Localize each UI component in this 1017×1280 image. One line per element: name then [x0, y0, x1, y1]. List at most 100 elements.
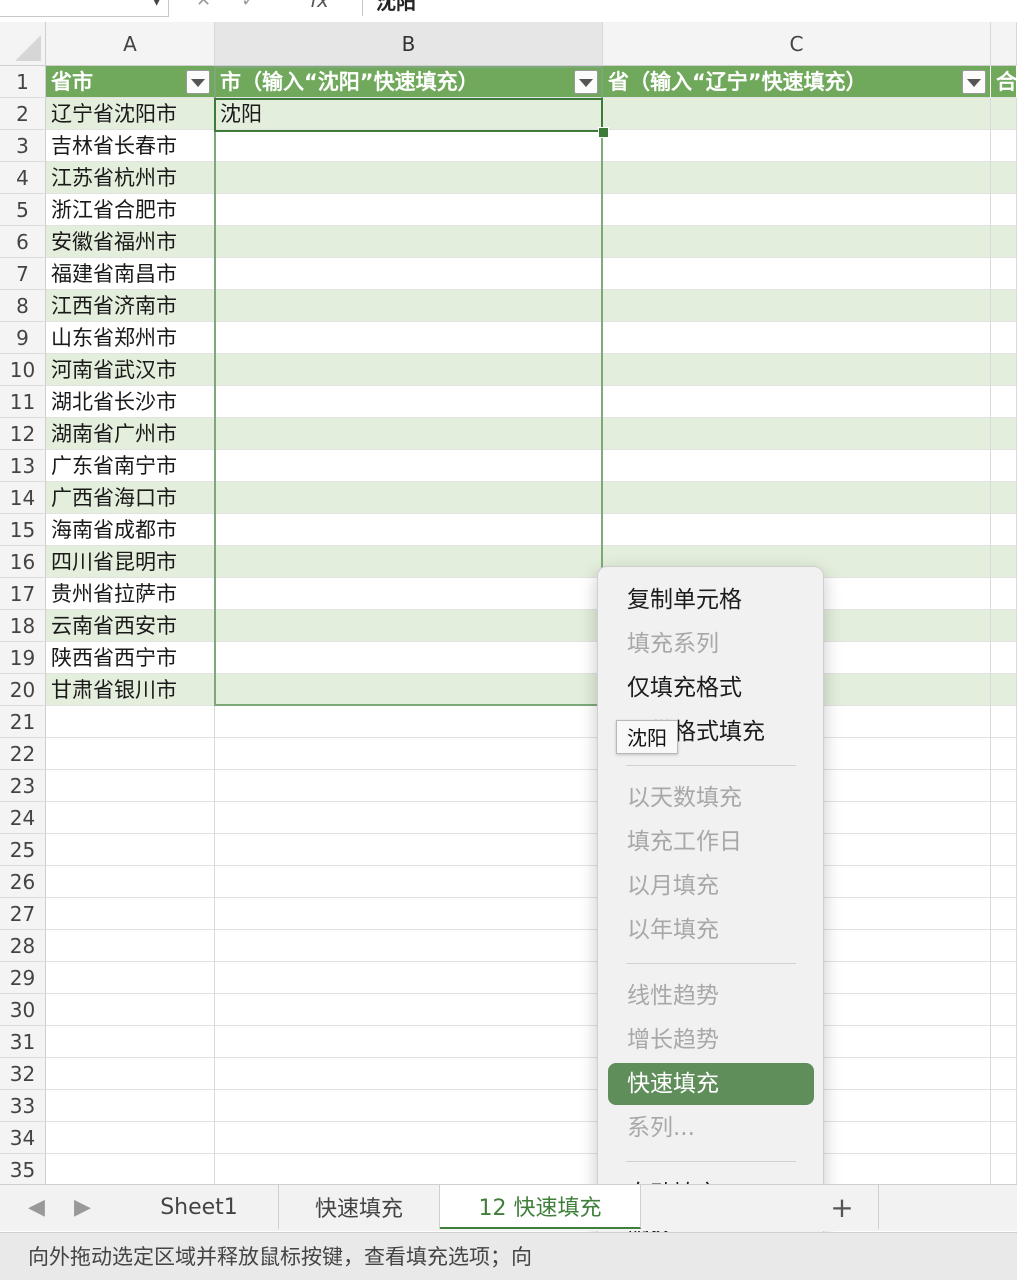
cell-province-city[interactable]: 湖北省长沙市: [46, 386, 215, 418]
row-header[interactable]: 34: [0, 1122, 46, 1154]
cell-empty[interactable]: [46, 930, 215, 962]
cell-empty[interactable]: [991, 930, 1017, 962]
cell-empty[interactable]: [215, 866, 603, 898]
cell-empty[interactable]: [46, 962, 215, 994]
cell-province[interactable]: [603, 354, 991, 386]
cell-province[interactable]: [603, 290, 991, 322]
filter-dropdown-icon[interactable]: [962, 70, 986, 94]
cell-city[interactable]: [215, 578, 603, 610]
cell-empty[interactable]: [991, 898, 1017, 930]
cell-empty[interactable]: [46, 770, 215, 802]
cell-empty[interactable]: [215, 738, 603, 770]
row-header[interactable]: 4: [0, 162, 46, 194]
cell-city[interactable]: [215, 642, 603, 674]
cell-province[interactable]: [603, 418, 991, 450]
cell-province[interactable]: [603, 130, 991, 162]
cell-empty[interactable]: [991, 1122, 1017, 1154]
cell-empty[interactable]: [215, 962, 603, 994]
row-header[interactable]: 24: [0, 802, 46, 834]
cell-province-city[interactable]: 安徽省福州市: [46, 226, 215, 258]
cell-empty[interactable]: [991, 1026, 1017, 1058]
cell-empty[interactable]: [46, 834, 215, 866]
cell-city[interactable]: [215, 450, 603, 482]
cell-province[interactable]: [603, 322, 991, 354]
row-header[interactable]: 35: [0, 1154, 46, 1186]
cell-empty[interactable]: [991, 1090, 1017, 1122]
formula-input[interactable]: 沈阳: [376, 0, 416, 15]
cell-d[interactable]: [991, 418, 1017, 450]
cell-empty[interactable]: [215, 1058, 603, 1090]
row-header[interactable]: 2: [0, 98, 46, 130]
cell-empty[interactable]: [991, 802, 1017, 834]
cell-city[interactable]: [215, 130, 603, 162]
cell-province[interactable]: [603, 450, 991, 482]
cell-b1[interactable]: 市（输入“沈阳”快速填充）: [215, 66, 603, 98]
cell-d[interactable]: [991, 642, 1017, 674]
cell-city[interactable]: [215, 194, 603, 226]
menu-item-copy-cells[interactable]: 复制单元格: [608, 579, 814, 621]
cell-province-city[interactable]: 贵州省拉萨市: [46, 578, 215, 610]
cell-d[interactable]: [991, 130, 1017, 162]
cell-empty[interactable]: [46, 994, 215, 1026]
column-header-c[interactable]: C: [603, 22, 991, 66]
tab-quick-fill[interactable]: 快速填充: [279, 1185, 440, 1229]
row-header[interactable]: 5: [0, 194, 46, 226]
cell-d[interactable]: [991, 386, 1017, 418]
cell-empty[interactable]: [215, 802, 603, 834]
cell-province[interactable]: [603, 194, 991, 226]
row-header[interactable]: 10: [0, 354, 46, 386]
cell-d[interactable]: [991, 546, 1017, 578]
cell-empty[interactable]: [215, 1026, 603, 1058]
row-header[interactable]: 31: [0, 1026, 46, 1058]
cell-province-city[interactable]: 云南省西安市: [46, 610, 215, 642]
cell-province[interactable]: [603, 226, 991, 258]
cell-empty[interactable]: [46, 1154, 215, 1186]
cell-province-city[interactable]: 江西省济南市: [46, 290, 215, 322]
row-header[interactable]: 13: [0, 450, 46, 482]
cell-empty[interactable]: [991, 1154, 1017, 1186]
menu-item-fill-formatting-only[interactable]: 仅填充格式: [608, 667, 814, 709]
menu-item-linear-trend[interactable]: 线性趋势: [608, 975, 814, 1017]
cell-province-city[interactable]: 湖南省广州市: [46, 418, 215, 450]
cell-province-city[interactable]: 浙江省合肥市: [46, 194, 215, 226]
cell-d[interactable]: [991, 162, 1017, 194]
cell-d[interactable]: [991, 578, 1017, 610]
cell-city[interactable]: [215, 322, 603, 354]
cell-d[interactable]: [991, 98, 1017, 130]
row-header[interactable]: 33: [0, 1090, 46, 1122]
row-header[interactable]: 17: [0, 578, 46, 610]
cell-empty[interactable]: [46, 738, 215, 770]
cell-empty[interactable]: [215, 834, 603, 866]
cell-empty[interactable]: [215, 1154, 603, 1186]
cell-province-city[interactable]: 河南省武汉市: [46, 354, 215, 386]
row-header[interactable]: 6: [0, 226, 46, 258]
row-header[interactable]: 29: [0, 962, 46, 994]
cell-empty[interactable]: [991, 1058, 1017, 1090]
cell-province[interactable]: [603, 482, 991, 514]
chevron-down-icon[interactable]: ▼: [151, 0, 162, 8]
row-header[interactable]: 20: [0, 674, 46, 706]
cell-city[interactable]: [215, 514, 603, 546]
cell-city[interactable]: [215, 674, 603, 706]
select-all-corner[interactable]: [0, 22, 46, 66]
filter-dropdown-icon[interactable]: [186, 70, 210, 94]
row-header[interactable]: 16: [0, 546, 46, 578]
cell-city[interactable]: [215, 354, 603, 386]
cell-province-city[interactable]: 甘肃省银川市: [46, 674, 215, 706]
cell-city[interactable]: [215, 258, 603, 290]
row-header[interactable]: 22: [0, 738, 46, 770]
add-sheet-button[interactable]: +: [826, 1191, 858, 1224]
row-header[interactable]: 9: [0, 322, 46, 354]
row-header[interactable]: 19: [0, 642, 46, 674]
cell-empty[interactable]: [46, 1090, 215, 1122]
tab-next-icon[interactable]: ▶: [74, 1195, 91, 1220]
menu-item-fill-weekdays[interactable]: 填充工作日: [608, 821, 814, 863]
filter-dropdown-icon[interactable]: [574, 70, 598, 94]
row-header[interactable]: 1: [0, 66, 46, 98]
cell-empty[interactable]: [991, 994, 1017, 1026]
cell-d[interactable]: [991, 194, 1017, 226]
menu-item-fill-days[interactable]: 以天数填充: [608, 777, 814, 819]
menu-item-fill-series[interactable]: 填充系列: [608, 623, 814, 665]
row-header[interactable]: 27: [0, 898, 46, 930]
cell-province-city[interactable]: 海南省成都市: [46, 514, 215, 546]
